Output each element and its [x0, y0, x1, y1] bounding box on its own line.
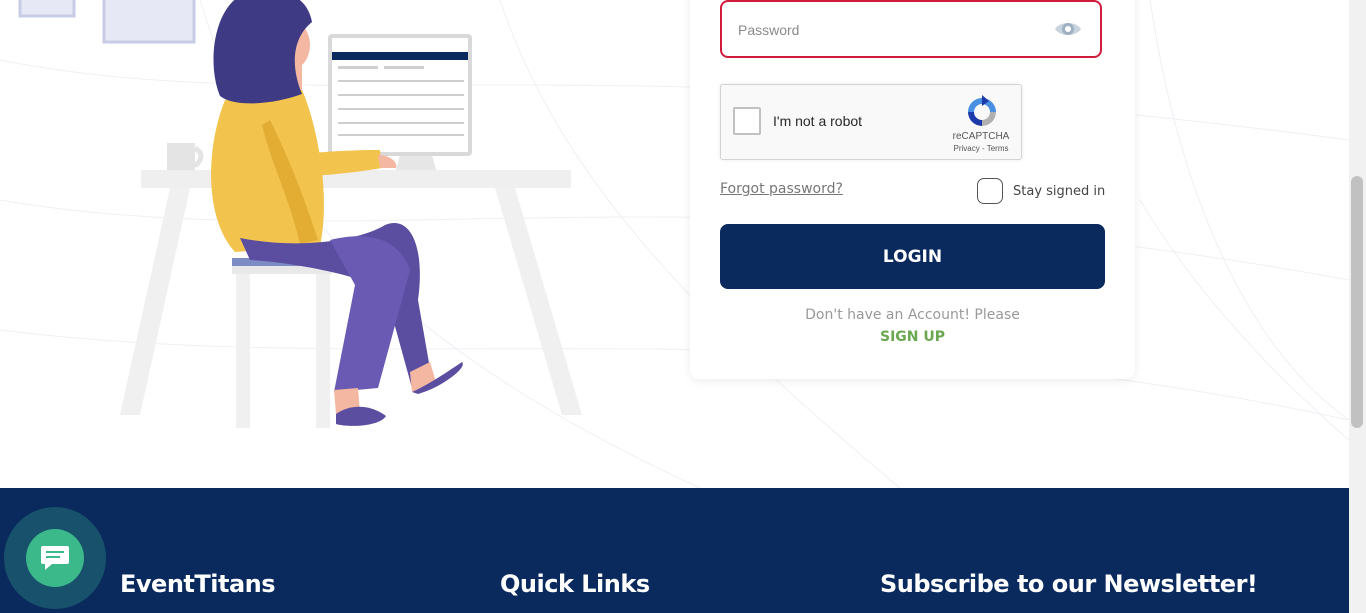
no-account-text: Don't have an Account! Please [805, 307, 1020, 323]
login-button[interactable]: LOGIN [720, 224, 1105, 289]
chat-icon [41, 546, 69, 570]
footer: EventTitans Quick Links Subscribe to our… [0, 488, 1349, 613]
stay-signed-in-label: Stay signed in [1013, 184, 1106, 199]
vertical-scrollbar[interactable] [1349, 0, 1366, 613]
recaptcha-logo-icon [968, 95, 996, 126]
recaptcha-privacy-terms[interactable]: Privacy - Terms [943, 144, 1019, 153]
stay-signed-in-checkbox[interactable] [977, 178, 1003, 204]
password-input[interactable] [736, 16, 1040, 44]
footer-quick-links-heading: Quick Links [500, 570, 650, 598]
footer-newsletter-heading: Subscribe to our Newsletter! [880, 570, 1258, 598]
chat-widget-button[interactable] [4, 507, 106, 609]
scrollbar-thumb[interactable] [1351, 176, 1363, 428]
chat-button-inner[interactable] [26, 529, 84, 587]
recaptcha-widget: I'm not a robot reCAPTCHA Privacy - Term… [720, 84, 1022, 160]
password-field[interactable] [720, 0, 1102, 58]
recaptcha-brand: reCAPTCHA [952, 131, 1010, 142]
signup-link[interactable]: SIGN UP [720, 329, 1105, 345]
woman-at-desk-illustration [18, 0, 582, 428]
eye-icon[interactable] [1054, 19, 1082, 39]
footer-brand-heading: EventTitans [120, 570, 276, 598]
forgot-password-link[interactable]: Forgot password? [720, 181, 843, 197]
login-page: I'm not a robot reCAPTCHA Privacy - Term… [0, 0, 1349, 613]
recaptcha-checkbox[interactable] [733, 107, 761, 135]
recaptcha-label: I'm not a robot [773, 113, 863, 129]
